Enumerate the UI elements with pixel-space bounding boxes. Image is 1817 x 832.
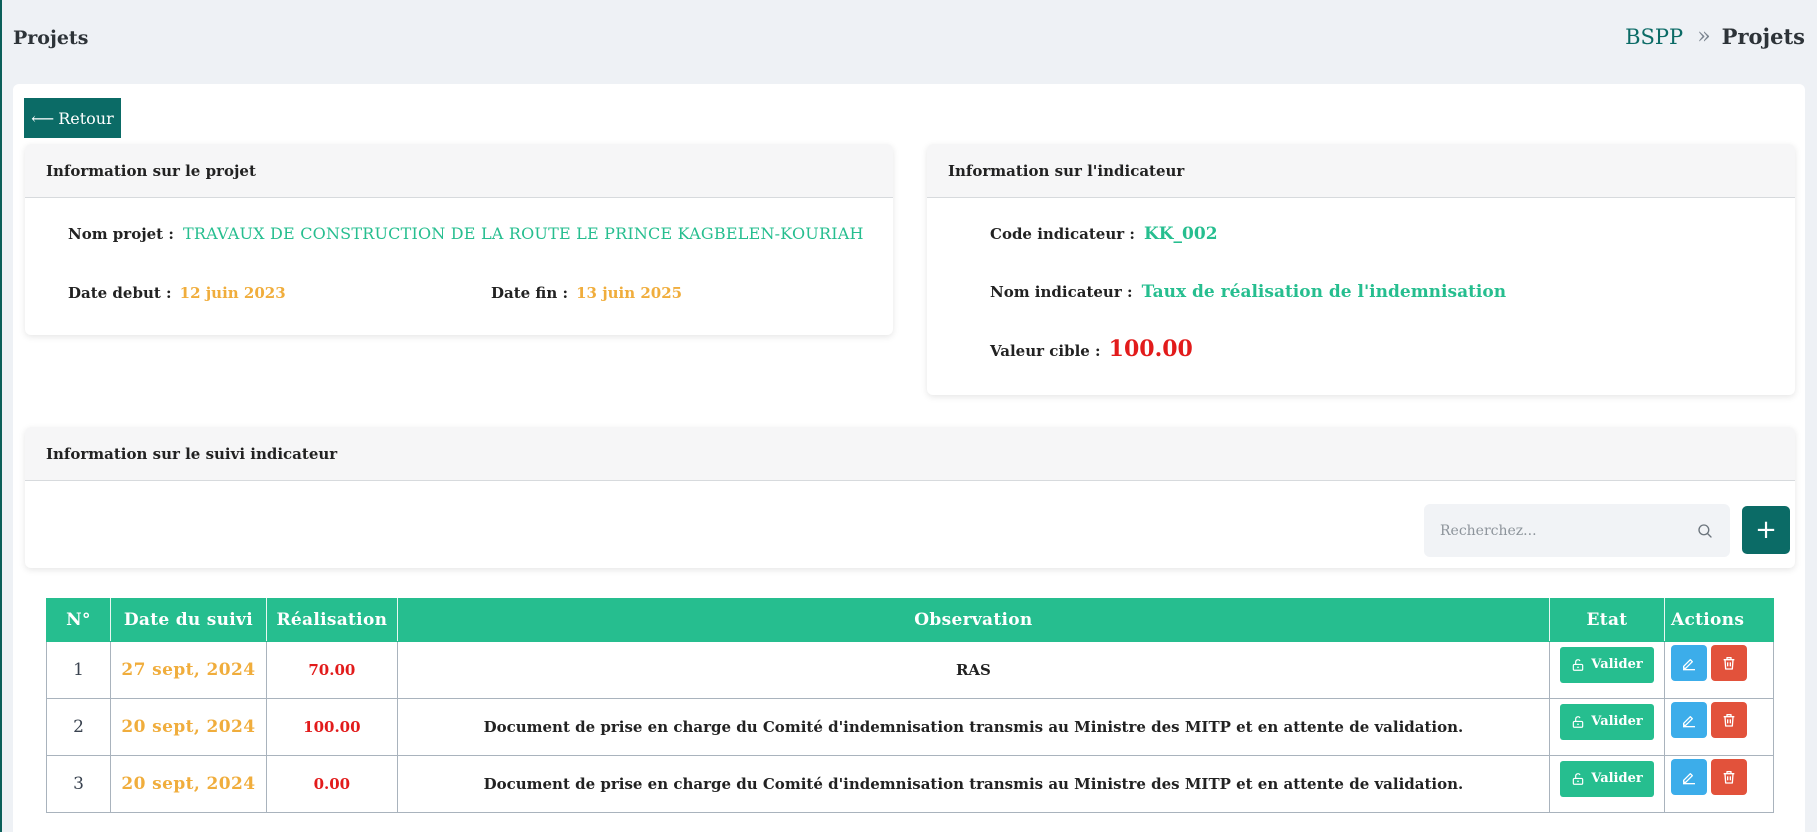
row-actions	[1663, 641, 1775, 699]
table-row: 1 27 sept, 2024 70.00 RAS Valider	[46, 641, 1775, 699]
valider-label: Valider	[1591, 771, 1643, 786]
date-fin-value: 13 juin 2025	[576, 284, 683, 302]
unlock-icon	[1573, 715, 1584, 728]
unlock-icon	[1573, 658, 1584, 671]
header-etat: Etat	[1549, 598, 1665, 642]
project-info-title: Information sur le projet	[25, 144, 893, 198]
date-debut-label: Date debut :	[68, 284, 172, 302]
valider-button[interactable]: Valider	[1560, 703, 1654, 740]
row-date: 20 sept, 2024	[109, 698, 267, 756]
suivi-info-title: Information sur le suivi indicateur	[25, 427, 1795, 481]
delete-button[interactable]	[1710, 702, 1747, 738]
row-realisation: 100.00	[265, 698, 398, 756]
back-button-label: Retour	[58, 108, 114, 128]
date-fin-label: Date fin :	[491, 284, 568, 302]
row-observation: Document de prise en charge du Comité d'…	[396, 698, 1551, 756]
page-header: Projets BSPP » Projets	[0, 0, 1817, 84]
header-actions: Actions	[1663, 598, 1775, 642]
project-name-row: Nom projet : TRAVAUX DE CONSTRUCTION DE …	[68, 224, 864, 243]
project-name-value: TRAVAUX DE CONSTRUCTION DE LA ROUTE LE P…	[182, 224, 864, 243]
header-realisation: Réalisation	[265, 598, 398, 642]
edit-icon	[1682, 716, 1695, 728]
breadcrumb-home-link[interactable]: BSPP	[1625, 25, 1683, 49]
breadcrumb-current: Projets	[1721, 24, 1805, 49]
valider-label: Valider	[1591, 714, 1643, 729]
date-debut-value: 12 juin 2023	[179, 284, 286, 302]
header-date: Date du suivi	[109, 598, 267, 642]
row-observation: RAS	[396, 641, 1551, 699]
row-actions	[1663, 755, 1775, 813]
row-actions	[1663, 698, 1775, 756]
search-input[interactable]	[1440, 522, 1696, 539]
indicator-name-label: Nom indicateur :	[990, 283, 1133, 301]
search-box	[1424, 504, 1730, 557]
indicator-name-row: Nom indicateur : Taux de réalisation de …	[990, 282, 1506, 302]
edit-button[interactable]	[1670, 645, 1707, 681]
table-row: 3 20 sept, 2024 0.00 Document de prise e…	[46, 755, 1775, 813]
search-icon[interactable]	[1696, 522, 1714, 540]
row-etat: Valider	[1549, 641, 1665, 699]
row-date: 27 sept, 2024	[109, 641, 267, 699]
row-observation: Document de prise en charge du Comité d'…	[396, 755, 1551, 813]
trash-icon	[1723, 771, 1735, 784]
breadcrumb: BSPP » Projets	[1625, 24, 1805, 49]
target-value-row: Valeur cible : 100.00	[990, 336, 1193, 362]
page-title: Projets	[13, 27, 89, 49]
arrow-left-icon: ⟵	[31, 108, 55, 128]
table-row: 2 20 sept, 2024 100.00 Document de prise…	[46, 698, 1775, 756]
row-num: 2	[46, 698, 111, 756]
edit-icon	[1682, 773, 1695, 785]
table-header-row: N° Date du suivi Réalisation Observation…	[46, 598, 1775, 642]
row-num: 3	[46, 755, 111, 813]
row-date: 20 sept, 2024	[109, 755, 267, 813]
header-num: N°	[46, 598, 111, 642]
indicator-info-title: Information sur l'indicateur	[927, 144, 1795, 198]
edit-icon	[1682, 659, 1695, 671]
date-debut-row: Date debut : 12 juin 2023	[68, 283, 286, 302]
header-observation: Observation	[396, 598, 1551, 642]
delete-button[interactable]	[1710, 645, 1747, 681]
back-button[interactable]: ⟵ Retour	[24, 98, 121, 138]
indicator-code-row: Code indicateur : KK_002	[990, 224, 1218, 244]
edit-button[interactable]	[1670, 759, 1707, 795]
row-realisation: 70.00	[265, 641, 398, 699]
row-realisation: 0.00	[265, 755, 398, 813]
target-value: 100.00	[1108, 336, 1193, 362]
add-suivi-button[interactable]: +	[1742, 506, 1790, 554]
trash-icon	[1723, 714, 1735, 727]
project-info-panel: Information sur le projet Nom projet : T…	[25, 144, 893, 335]
indicator-code-value: KK_002	[1143, 224, 1218, 244]
valider-button[interactable]: Valider	[1560, 646, 1654, 683]
suivi-table: N° Date du suivi Réalisation Observation…	[46, 598, 1775, 813]
row-num: 1	[46, 641, 111, 699]
breadcrumb-separator-icon: »	[1697, 24, 1711, 49]
edit-button[interactable]	[1670, 702, 1707, 738]
row-etat: Valider	[1549, 698, 1665, 756]
unlock-icon	[1573, 772, 1584, 785]
delete-button[interactable]	[1710, 759, 1747, 795]
indicator-name-value: Taux de réalisation de l'indemnisation	[1141, 282, 1507, 302]
indicator-info-panel: Information sur l'indicateur Code indica…	[927, 144, 1795, 395]
target-value-label: Valeur cible :	[990, 342, 1101, 360]
indicator-code-label: Code indicateur :	[990, 225, 1135, 243]
project-name-label: Nom projet :	[68, 225, 174, 243]
valider-label: Valider	[1591, 657, 1643, 672]
trash-icon	[1723, 657, 1735, 670]
left-edge-bar	[0, 0, 2, 832]
valider-button[interactable]: Valider	[1560, 760, 1654, 797]
date-fin-row: Date fin : 13 juin 2025	[491, 283, 682, 302]
row-etat: Valider	[1549, 755, 1665, 813]
